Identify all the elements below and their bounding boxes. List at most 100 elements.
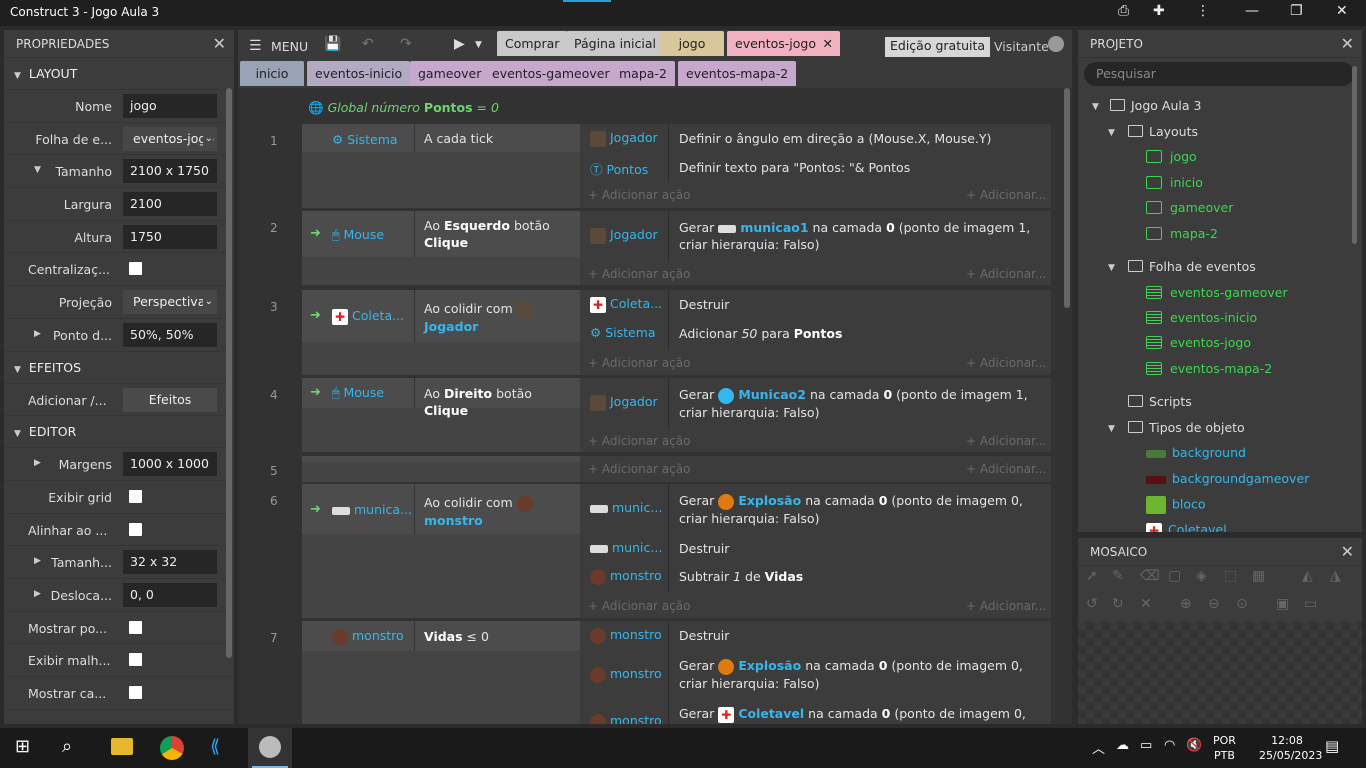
mostrar-po-checkbox[interactable]: [129, 620, 142, 634]
zoom-reset-icon[interactable]: ⊙: [1236, 596, 1248, 612]
scrollbar[interactable]: [1352, 66, 1357, 244]
collapse-icon[interactable]: ▼: [1108, 424, 1115, 434]
collapse-icon[interactable]: ▼: [1108, 128, 1115, 138]
chrome-icon[interactable]: [160, 736, 184, 760]
tree-root[interactable]: Jogo Aula 3: [1110, 98, 1201, 113]
condition-row[interactable]: ➜ ✚ Coleta... Ao colidir com Jogador: [302, 290, 580, 342]
close-icon[interactable]: ✕: [1341, 30, 1354, 58]
tamanho-input[interactable]: 2100 x 1750: [123, 159, 217, 184]
rotate-ccw-icon[interactable]: ↺: [1086, 596, 1098, 612]
save-icon[interactable]: 💾: [324, 36, 341, 52]
zoom-in-icon[interactable]: ⊕: [1180, 596, 1192, 612]
pointer-icon[interactable]: ➚: [1086, 568, 1098, 584]
expand-icon[interactable]: ▶: [34, 458, 41, 468]
section-layout[interactable]: ▼ LAYOUT: [4, 58, 234, 90]
expand-icon[interactable]: ▶: [34, 589, 41, 599]
event-6[interactable]: 6 ➜ munica... Ao colidir com monstro mun…: [238, 484, 1056, 618]
subtab-eventos-inicio[interactable]: eventos-inicio: [307, 61, 411, 86]
action-row[interactable]: Jogador Gerar municao1 na camada 0 (pont…: [580, 211, 1051, 261]
subtab-inicio[interactable]: inicio: [240, 61, 304, 86]
global-variable[interactable]: 🌐 Global número Pontos = 0: [308, 100, 499, 116]
add-action-button[interactable]: + Adicionar...: [966, 599, 1046, 613]
alinhar-checkbox[interactable]: [129, 522, 142, 536]
expand-icon[interactable]: ▶: [34, 556, 41, 566]
eraser-icon[interactable]: ⌫: [1140, 568, 1160, 584]
tamanho-grid-input[interactable]: 32 x 32: [123, 550, 217, 575]
undo-icon[interactable]: ↶: [362, 36, 374, 52]
user-label[interactable]: Visitante: [994, 39, 1049, 54]
close-icon[interactable]: ✕: [823, 31, 833, 56]
section-editor[interactable]: ▼ EDITOR: [4, 416, 234, 449]
clear-icon[interactable]: ✕: [1140, 596, 1152, 612]
rectangle-icon[interactable]: ▢: [1168, 568, 1181, 584]
condition-row[interactable]: ⚙ Sistema A cada tick: [302, 124, 580, 152]
event-sheet-item[interactable]: eventos-jogo: [1146, 335, 1251, 350]
section-efeitos[interactable]: ▼ EFEITOS: [4, 352, 234, 384]
chevron-down-icon[interactable]: ▼: [475, 40, 482, 50]
language-indicator[interactable]: POR PTB: [1213, 733, 1236, 763]
action-row[interactable]: monstro Gerar ✚ Coletavel na camada 0 (po…: [580, 699, 1051, 724]
menu-button[interactable]: MENU: [271, 39, 308, 54]
tab-eventos-jogo[interactable]: eventos-jogo ✕: [727, 31, 840, 56]
object-type-item[interactable]: background: [1146, 445, 1246, 460]
folder-object-types[interactable]: Tipos de objeto: [1128, 420, 1245, 435]
more-icon[interactable]: ⋮: [1196, 3, 1210, 19]
event-1[interactable]: 1 ⚙ Sistema A cada tick Jogador Definir …: [238, 124, 1056, 208]
projecao-select[interactable]: Perspectiva ⌄: [123, 290, 217, 315]
search-icon[interactable]: ⌕: [62, 736, 72, 757]
collapse-icon[interactable]: ▼: [34, 165, 41, 175]
add-action-button[interactable]: + Adicionar ação: [588, 188, 690, 202]
notifications-icon[interactable]: ▤: [1325, 737, 1339, 755]
file-explorer-icon[interactable]: [111, 738, 133, 755]
scrollbar[interactable]: [226, 88, 232, 658]
add-action-button[interactable]: + Adicionar ação: [588, 434, 690, 448]
action-row[interactable]: monstro Destruir: [580, 621, 1051, 651]
nome-input[interactable]: jogo: [123, 94, 217, 118]
subtab-mapa-2[interactable]: mapa-2: [611, 61, 675, 86]
addon-icon[interactable]: ✚: [1153, 3, 1165, 19]
play-icon[interactable]: ▶: [454, 36, 465, 52]
event-2[interactable]: 2 ➜ 🖱 Mouse Ao Esquerdo botão Clique Jog…: [238, 211, 1056, 285]
tile-grid[interactable]: [1078, 622, 1362, 724]
select-icon[interactable]: ⬚: [1224, 568, 1237, 584]
add-action-button[interactable]: + Adicionar...: [966, 267, 1046, 281]
event-5[interactable]: 5 + Adicionar ação + Adicionar...: [238, 456, 1056, 482]
condition-row[interactable]: ➜ munica... Ao colidir com monstro: [302, 484, 580, 534]
event-4[interactable]: 4 ➜ 🖱 Mouse Ao Direito botão Clique Joga…: [238, 378, 1056, 452]
mostrar-ca-checkbox[interactable]: [129, 686, 142, 699]
subtab-gameover[interactable]: gameover: [410, 61, 490, 86]
close-icon[interactable]: ✕: [1341, 538, 1354, 566]
pencil-icon[interactable]: ✎: [1112, 568, 1124, 584]
add-action-button[interactable]: + Adicionar ação: [588, 462, 690, 476]
event-sheet-item[interactable]: eventos-mapa-2: [1146, 361, 1272, 376]
edicao-badge[interactable]: Edição gratuita: [885, 37, 991, 57]
scrollbar[interactable]: [1064, 88, 1070, 308]
action-row[interactable]: ✚ Coleta... Destruir: [580, 290, 1051, 319]
action-row[interactable]: monstro Subtrair 1 de Vidas: [580, 562, 1051, 592]
folha-select[interactable]: eventos-jogo ⌄: [123, 126, 217, 151]
exibir-grid-checkbox[interactable]: [129, 489, 142, 503]
add-action-button[interactable]: + Adicionar...: [966, 188, 1046, 202]
tab-pagina-inicial[interactable]: Página inicial: [566, 31, 664, 56]
action-row[interactable]: Jogador Definir o ângulo em direção a (M…: [580, 124, 1051, 153]
event-3[interactable]: 3 ➜ ✚ Coleta... Ao colidir com Jogador ✚ C…: [238, 290, 1056, 375]
efeitos-button[interactable]: Efeitos: [123, 387, 217, 412]
tile-icon[interactable]: ▦: [1252, 568, 1265, 584]
close-icon[interactable]: ✕: [213, 30, 226, 58]
folder-scripts[interactable]: Scripts: [1128, 394, 1192, 409]
cloud-icon[interactable]: ☁: [1116, 738, 1129, 753]
condition-row[interactable]: monstro Vidas ≤ 0: [302, 621, 580, 651]
rotate-cw-icon[interactable]: ↻: [1112, 596, 1124, 612]
add-action-button[interactable]: + Adicionar...: [966, 434, 1046, 448]
volume-muted-icon[interactable]: 🔇: [1186, 738, 1202, 753]
battery-icon[interactable]: ▭: [1140, 738, 1152, 753]
action-row[interactable]: Jogador Gerar Municao2 na camada 0 (pont…: [580, 378, 1051, 428]
expand-icon[interactable]: ▶: [34, 329, 41, 339]
minimize-button[interactable]: —: [1245, 3, 1259, 19]
folder-event-sheets[interactable]: Folha de eventos: [1128, 259, 1256, 274]
altura-input[interactable]: 1750: [123, 224, 217, 249]
action-row[interactable]: ⚙ Sistema Adicionar 50 para Pontos: [580, 319, 1051, 349]
collapse-icon[interactable]: ▼: [1092, 102, 1099, 112]
clock[interactable]: 12:08 25/05/2023: [1259, 733, 1322, 763]
mobile-icon[interactable]: ⎙: [1118, 3, 1129, 19]
